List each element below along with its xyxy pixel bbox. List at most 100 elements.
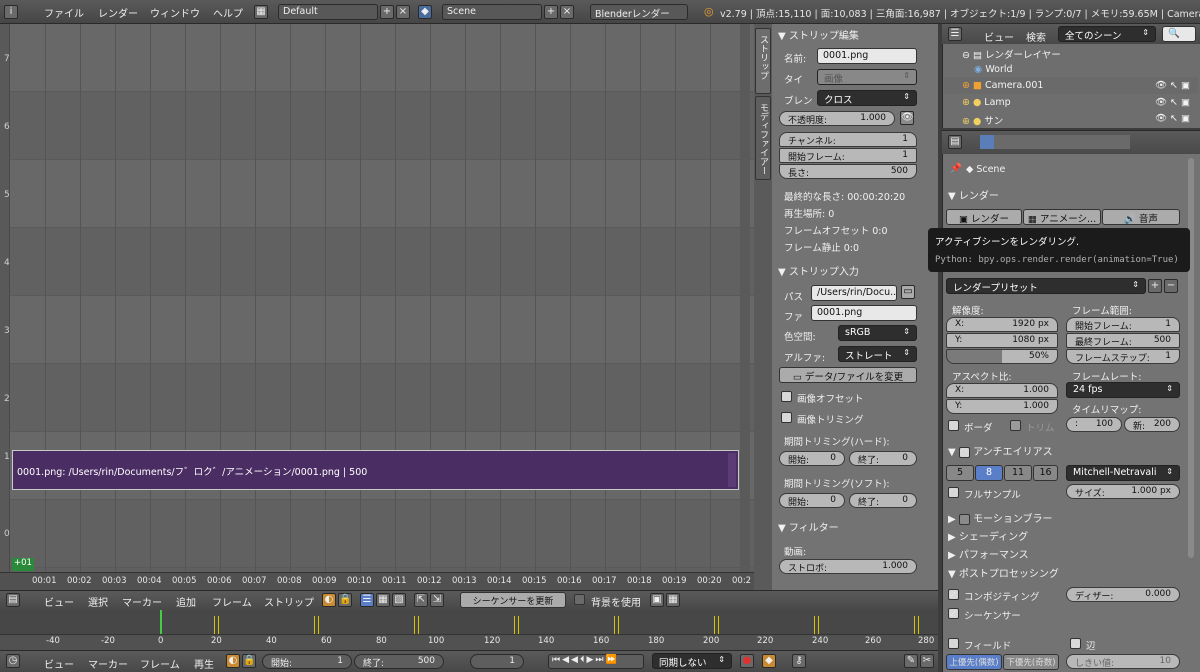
record-icon[interactable]: ● (740, 654, 754, 668)
tl-menu-view[interactable]: ビュー (44, 656, 74, 671)
threshold-field[interactable]: しきい値: 10 (1066, 654, 1180, 669)
antialiasing-header[interactable]: ▼ アンチエイリアス (948, 443, 1053, 458)
compositing-checkbox[interactable]: ✓ (948, 589, 959, 601)
strip-edit-header[interactable]: ▼ ストリップ編集 (778, 27, 859, 42)
render-icon[interactable]: ▣ (650, 593, 664, 607)
start-frame-field[interactable]: 開始フレーム: 1 (779, 148, 917, 163)
dither-field[interactable]: ディザー: 0.000 (1066, 587, 1180, 602)
animation-icon[interactable]: ▦ (666, 593, 680, 607)
outliner-row[interactable]: ⊕ ■ Camera.001 👁 ↖ ▣ (944, 77, 1198, 94)
render-section-header[interactable]: ▼ レンダー (948, 187, 999, 202)
resolution-y[interactable]: Y: 1080 px (946, 333, 1058, 348)
seq-menu-frame[interactable]: フレーム (212, 594, 252, 609)
filter-header[interactable]: ▼ フィルター (778, 519, 839, 534)
tl-menu-frame[interactable]: フレーム (140, 656, 180, 671)
performance-header[interactable]: ▶ パフォーマンス (948, 546, 1029, 561)
aspect-y[interactable]: Y: 1.000 (946, 399, 1058, 414)
outliner-search-menu[interactable]: 検索 (1026, 29, 1046, 44)
strobe-field[interactable]: ストロボ: 1.000 (779, 559, 917, 574)
render-audio-button[interactable]: 🔊 音声 (1102, 209, 1180, 225)
framerate-select[interactable]: 24 fps ⇕ (1066, 382, 1180, 398)
properties-editor-icon[interactable]: ▤ (948, 135, 962, 149)
hard-trim-start[interactable]: 開始: 0 (779, 451, 845, 466)
tab-strip[interactable]: ストリップ (755, 28, 771, 94)
sequencer-checkbox[interactable]: ✓ (948, 608, 959, 620)
playback-controls[interactable]: ⏮◀◀⏴▶⏭⏩ (548, 654, 644, 669)
view-sequencer-icon[interactable]: ☰ (360, 593, 374, 607)
motion-blur-header[interactable]: ▶ モーションブラー (948, 510, 1053, 525)
filter-size-field[interactable]: サイズ: 1.000 px (1066, 484, 1180, 499)
layout-field[interactable]: Default (278, 4, 378, 20)
aa-samples-8[interactable]: 8 (975, 465, 1003, 481)
outliner-view-menu[interactable]: ビュー (984, 29, 1014, 44)
outliner-row[interactable]: ◉ World (944, 61, 1198, 78)
seq-menu-view[interactable]: ビュー (44, 594, 74, 609)
menu-file[interactable]: ファイル (44, 5, 84, 20)
layout-grid-icon[interactable]: ▦ (254, 5, 268, 19)
key-icon[interactable]: ⚷ (792, 654, 806, 668)
upper-first-button[interactable]: 上優先(偶数) (946, 654, 1002, 670)
fields-checkbox[interactable] (948, 638, 959, 649)
preview-range-icon[interactable]: ◐ (226, 654, 240, 668)
frame-end-field[interactable]: 最終フレーム: 500 (1066, 333, 1180, 348)
delete-scene-icon[interactable]: × (560, 5, 574, 19)
folder-icon[interactable]: ▭ (901, 285, 915, 299)
post-processing-header[interactable]: ▼ ポストプロセッシング (948, 565, 1059, 580)
render-engine-select[interactable]: Blenderレンダー (590, 4, 688, 20)
image-offset-checkbox[interactable] (781, 391, 792, 402)
keying-set-icon[interactable]: ◆ (762, 654, 776, 668)
sequencer-editor-icon[interactable]: ▤ (6, 593, 20, 607)
channel-field[interactable]: チャンネル: 1 (779, 132, 917, 147)
opacity-field[interactable]: 不透明度: 1.000 (779, 111, 895, 126)
menu-window[interactable]: ウィンドウ (150, 5, 200, 20)
resolution-x[interactable]: X: 1920 px (946, 317, 1058, 332)
strip-input-header[interactable]: ▼ ストリップ入力 (778, 263, 859, 278)
change-data-button[interactable]: ▭ データ/ファイルを変更 (779, 367, 917, 383)
pin-icon[interactable]: 📌 (950, 163, 962, 174)
time-ruler[interactable]: 00:01 00:02 00:03 00:04 00:05 00:06 00:0… (0, 572, 754, 590)
refresh-sequencer-button[interactable]: シーケンサーを更新 (460, 592, 566, 608)
aa-samples-11[interactable]: 11 (1004, 465, 1032, 481)
remap-old-field[interactable]: :100 (1066, 417, 1122, 432)
render-animation-button[interactable]: ▦ アニメーシ... (1023, 209, 1101, 225)
colorspace-select[interactable]: sRGB ⇕ (838, 325, 917, 341)
tab-modifier[interactable]: モディファイアー (755, 96, 771, 180)
zoom-icon[interactable]: ⇲ (430, 593, 444, 607)
tool-icon-b[interactable]: ✂ (920, 654, 934, 668)
border-checkbox[interactable] (948, 420, 959, 431)
outliner-editor-icon[interactable]: ☰ (948, 27, 962, 41)
seq-menu-marker[interactable]: マーカー (122, 594, 162, 609)
resolution-percentage[interactable]: 50% (946, 349, 1058, 364)
tl-menu-playback[interactable]: 再生 (194, 656, 214, 671)
current-frame-line[interactable] (160, 610, 162, 634)
end-frame-field[interactable]: 終了: 500 (354, 654, 444, 669)
scene-field[interactable]: Scene (442, 4, 542, 20)
crop-checkbox[interactable] (1010, 420, 1021, 431)
menu-render[interactable]: レンダー (98, 5, 138, 20)
sync-mode-select[interactable]: 同期しない ⇕ (652, 653, 732, 669)
lock-icon[interactable]: 🔒 (338, 593, 352, 607)
blend-mode-select[interactable]: クロス ⇕ (817, 90, 917, 106)
properties-scrollbar[interactable] (1188, 158, 1194, 558)
outliner-row[interactable]: ⊕ ● Lamp 👁 ↖ ▣ (944, 94, 1198, 111)
remap-new-field[interactable]: 新: 200 (1124, 417, 1180, 432)
strip-handle[interactable] (728, 453, 736, 487)
outliner-row[interactable]: ⊖ ▤ レンダーレイヤー (944, 44, 1198, 61)
view-both-icon[interactable]: ▧ (392, 593, 406, 607)
use-background-checkbox[interactable] (574, 594, 585, 605)
render-preset-select[interactable]: レンダープリセット ⇕ (946, 278, 1146, 294)
tool-icon-a[interactable]: ✎ (904, 654, 918, 668)
outliner-scene-filter[interactable]: 全てのシーン ⇕ (1058, 26, 1156, 42)
file-input[interactable]: 0001.png (811, 305, 917, 321)
aa-samples-16[interactable]: 16 (1033, 465, 1058, 481)
frame-step-field[interactable]: フレームステップ: 1 (1066, 349, 1180, 364)
editor-type-icon[interactable]: i (4, 5, 18, 19)
image-crop-checkbox[interactable] (781, 412, 792, 423)
full-sample-checkbox[interactable] (948, 487, 959, 498)
alpha-select[interactable]: ストレート ⇕ (838, 346, 917, 362)
start-frame-field[interactable]: 開始: 1 (262, 654, 352, 669)
seq-menu-add[interactable]: 追加 (176, 594, 196, 609)
lower-first-button[interactable]: 下優先(奇数) (1003, 654, 1059, 670)
outliner-search-input[interactable]: 🔍 (1162, 26, 1196, 42)
eye-icon[interactable]: 👁 (900, 111, 914, 125)
